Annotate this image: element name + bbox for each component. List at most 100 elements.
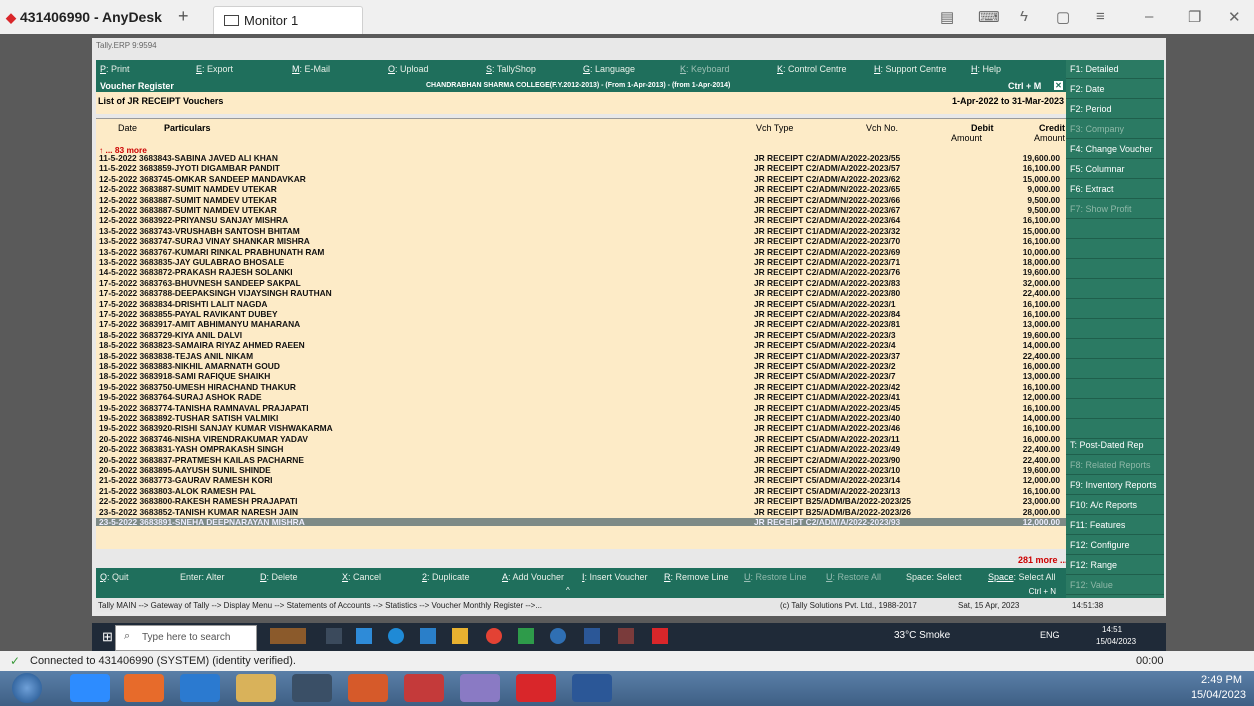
select-all-button[interactable]: Space: Select All	[988, 572, 1056, 582]
restore-line-button[interactable]: U: Restore Line	[744, 572, 807, 582]
file-explorer-icon[interactable]	[452, 628, 468, 644]
print-button[interactable]: P: Print	[100, 64, 130, 74]
windows-start-icon[interactable]: ⊞	[102, 629, 113, 645]
chat-icon[interactable]: ▤	[940, 8, 954, 26]
store-icon[interactable]	[420, 628, 436, 644]
tally-taskbar-icon[interactable]	[618, 628, 634, 644]
voucher-row[interactable]: 23-5-2022 3683891-SNEHA DEEPNARAYAN MISH…	[96, 518, 1066, 526]
excel-icon[interactable]	[518, 628, 534, 644]
add-voucher-button[interactable]: A: Add Voucher	[502, 572, 564, 582]
right-button-3[interactable]: F3: Company	[1066, 120, 1164, 139]
voucher-row[interactable]: 18-5-2022 3683729-KIYA ANIL DALVI JR RECE…	[96, 331, 1066, 339]
cancel-button[interactable]: X: Cancel	[342, 572, 381, 582]
powerpoint-icon[interactable]	[348, 674, 388, 702]
email-button[interactable]: M: E-Mail	[292, 64, 330, 74]
close-icon[interactable]: ✕	[1228, 8, 1241, 26]
right-button-1[interactable]: F2: Date	[1066, 80, 1164, 99]
voucher-row[interactable]: 23-5-2022 3683852-TANISH KUMAR NARESH JA…	[96, 507, 1066, 515]
voucher-row[interactable]: 20-5-2022 3683746-NISHA VIRENDRAKUMAR YA…	[96, 435, 1066, 443]
keyboard-icon[interactable]: ⌨	[978, 8, 1000, 26]
weather-text[interactable]: 33°C Smoke	[894, 630, 950, 641]
right-button-6[interactable]: F6: Extract	[1066, 180, 1164, 199]
display-icon[interactable]: ▢	[1056, 8, 1070, 26]
tab-monitor-1[interactable]: Monitor 1	[213, 6, 363, 34]
voucher-row[interactable]: 18-5-2022 3683918-SAMI RAFIQUE SHAIKH JR …	[96, 372, 1066, 380]
export-button[interactable]: E: Export	[196, 64, 233, 74]
close-report-icon[interactable]: ✕	[1054, 81, 1063, 90]
right-button-15[interactable]: F12: Value	[1066, 576, 1164, 595]
right-button-14[interactable]: F12: Range	[1066, 556, 1164, 575]
voucher-row[interactable]: 19-5-2022 3683920-RISHI SANJAY KUMAR VIS…	[96, 424, 1066, 432]
voucher-row[interactable]: 17-5-2022 3683788-DEEPAKSINGH VIJAYSINGH…	[96, 289, 1066, 297]
voucher-row[interactable]: 14-5-2022 3683872-PRAKASH RAJESH SOLANKI…	[96, 268, 1066, 276]
voucher-row[interactable]: 19-5-2022 3683774-TANISHA RAMNAVAL PRAJA…	[96, 403, 1066, 411]
menu-icon[interactable]: ≡	[1096, 8, 1105, 25]
ie-icon[interactable]	[550, 628, 566, 644]
task-view-icon[interactable]	[326, 628, 342, 644]
restore-all-button[interactable]: U: Restore All	[826, 572, 881, 582]
quit-button[interactable]: Q: Quit	[100, 572, 129, 582]
voucher-row[interactable]: 18-5-2022 3683823-SAMAIRA RIYAZ AHMED RA…	[96, 341, 1066, 349]
right-button-7[interactable]: F7: Show Profit	[1066, 200, 1164, 219]
actions-icon[interactable]: ϟ	[1020, 8, 1028, 25]
mail-icon[interactable]	[356, 628, 372, 644]
voucher-row[interactable]: 11-5-2022 3683859-JYOTI DIGAMBAR PANDIT J…	[96, 164, 1066, 172]
select-button[interactable]: Space: Select	[906, 572, 962, 582]
new-tab-button[interactable]: +	[178, 6, 189, 27]
minimize-icon[interactable]: –	[1145, 8, 1153, 25]
host-app-icon[interactable]	[292, 674, 332, 702]
delete-button[interactable]: D: Delete	[260, 572, 298, 582]
voucher-row[interactable]: 20-5-2022 3683895-AAYUSH SUNIL SHINDE JR …	[96, 466, 1066, 474]
voucher-row[interactable]: 19-5-2022 3683892-TUSHAR SATISH VALMIKI J…	[96, 414, 1066, 422]
voucher-row[interactable]: 21-5-2022 3683773-GAURAV RAMESH KORI JR R…	[96, 476, 1066, 484]
right-button-13[interactable]: F12: Configure	[1066, 536, 1164, 555]
tallyshop-button[interactable]: S: TallyShop	[486, 64, 536, 74]
voucher-row[interactable]: 21-5-2022 3683803-ALOK RAMESH PAL JR RECE…	[96, 487, 1066, 495]
voucher-row[interactable]: 11-5-2022 3683843-SABINA JAVED ALI KHAN J…	[96, 154, 1066, 162]
help-button[interactable]: H: Help	[971, 64, 1001, 74]
duplicate-button[interactable]: 2: Duplicate	[422, 572, 470, 582]
voucher-row[interactable]: 18-5-2022 3683883-NIKHIL AMARNATH GOUD JR…	[96, 362, 1066, 370]
taskbar-search[interactable]: ⌕ Type here to search	[115, 625, 257, 651]
anydesk-taskbar-icon[interactable]	[652, 628, 668, 644]
right-button-2[interactable]: F2: Period	[1066, 100, 1164, 119]
upload-button[interactable]: O: Upload	[388, 64, 429, 74]
voucher-row[interactable]: 18-5-2022 3683838-TEJAS ANIL NIKAM JR REC…	[96, 351, 1066, 359]
firefox-icon[interactable]	[124, 674, 164, 702]
windows-orb-icon[interactable]	[12, 673, 42, 703]
host-ie-icon[interactable]	[180, 674, 220, 702]
voucher-row[interactable]: 17-5-2022 3683855-PAYAL RAVIKANT DUBEY JR…	[96, 310, 1066, 318]
zoom-icon[interactable]	[70, 674, 110, 702]
alter-button[interactable]: Enter: Alter	[180, 572, 225, 582]
right-button-12[interactable]: F11: Features	[1066, 516, 1164, 535]
voucher-row[interactable]: 12-5-2022 3683887-SUMIT NAMDEV UTEKAR JR …	[96, 185, 1066, 193]
word-icon[interactable]	[584, 628, 600, 644]
voucher-row[interactable]: 17-5-2022 3683834-DRISHTI LALIT NAGDA JR …	[96, 299, 1066, 307]
voucher-row[interactable]: 20-5-2022 3683837-PRATMESH KAILAS PACHAR…	[96, 455, 1066, 463]
host-word-icon[interactable]	[572, 674, 612, 702]
edge-icon[interactable]	[388, 628, 404, 644]
right-button-10[interactable]: F9: Inventory Reports	[1066, 476, 1164, 495]
lang-indicator[interactable]: ENG	[1040, 630, 1060, 640]
voucher-row[interactable]: 19-5-2022 3683764-SURAJ ASHOK RADE JR REC…	[96, 393, 1066, 401]
voucher-row[interactable]: 19-5-2022 3683750-UMESH HIRACHAND THAKUR…	[96, 383, 1066, 391]
paint-icon[interactable]	[460, 674, 500, 702]
voucher-row[interactable]: 13-5-2022 3683835-JAY GULABRAO BHOSALE JR…	[96, 258, 1066, 266]
voucher-row[interactable]: 22-5-2022 3683800-RAKESH RAMESH PRAJAPAT…	[96, 497, 1066, 505]
voucher-row[interactable]: 13-5-2022 3683747-SURAJ VINAY SHANKAR MI…	[96, 237, 1066, 245]
voucher-row[interactable]: 20-5-2022 3683831-YASH OMPRAKASH SINGH JR…	[96, 445, 1066, 453]
restore-icon[interactable]: ❐	[1188, 8, 1201, 26]
right-button-5[interactable]: F5: Columnar	[1066, 160, 1164, 179]
remove-line-button[interactable]: R: Remove Line	[664, 572, 729, 582]
voucher-row[interactable]: 12-5-2022 3683745-OMKAR SANDEEP MANDAVKA…	[96, 175, 1066, 183]
voucher-row[interactable]: 17-5-2022 3683763-BHUVNESH SANDEEP SAKPA…	[96, 279, 1066, 287]
horse-app-icon[interactable]	[270, 628, 306, 644]
voucher-row[interactable]: 13-5-2022 3683767-KUMARI RINKAL PRABHUNA…	[96, 247, 1066, 255]
host-anydesk-icon[interactable]	[516, 674, 556, 702]
control-centre-button[interactable]: K: Control Centre	[777, 64, 847, 74]
right-button-9[interactable]: F8: Related Reports	[1066, 456, 1164, 475]
insert-voucher-button[interactable]: I: Insert Voucher	[582, 572, 648, 582]
voucher-row[interactable]: 13-5-2022 3683743-VRUSHABH SANTOSH BHITA…	[96, 227, 1066, 235]
voucher-row[interactable]: 12-5-2022 3683887-SUMIT NAMDEV UTEKAR JR …	[96, 206, 1066, 214]
right-button-4[interactable]: F4: Change Voucher	[1066, 140, 1164, 159]
